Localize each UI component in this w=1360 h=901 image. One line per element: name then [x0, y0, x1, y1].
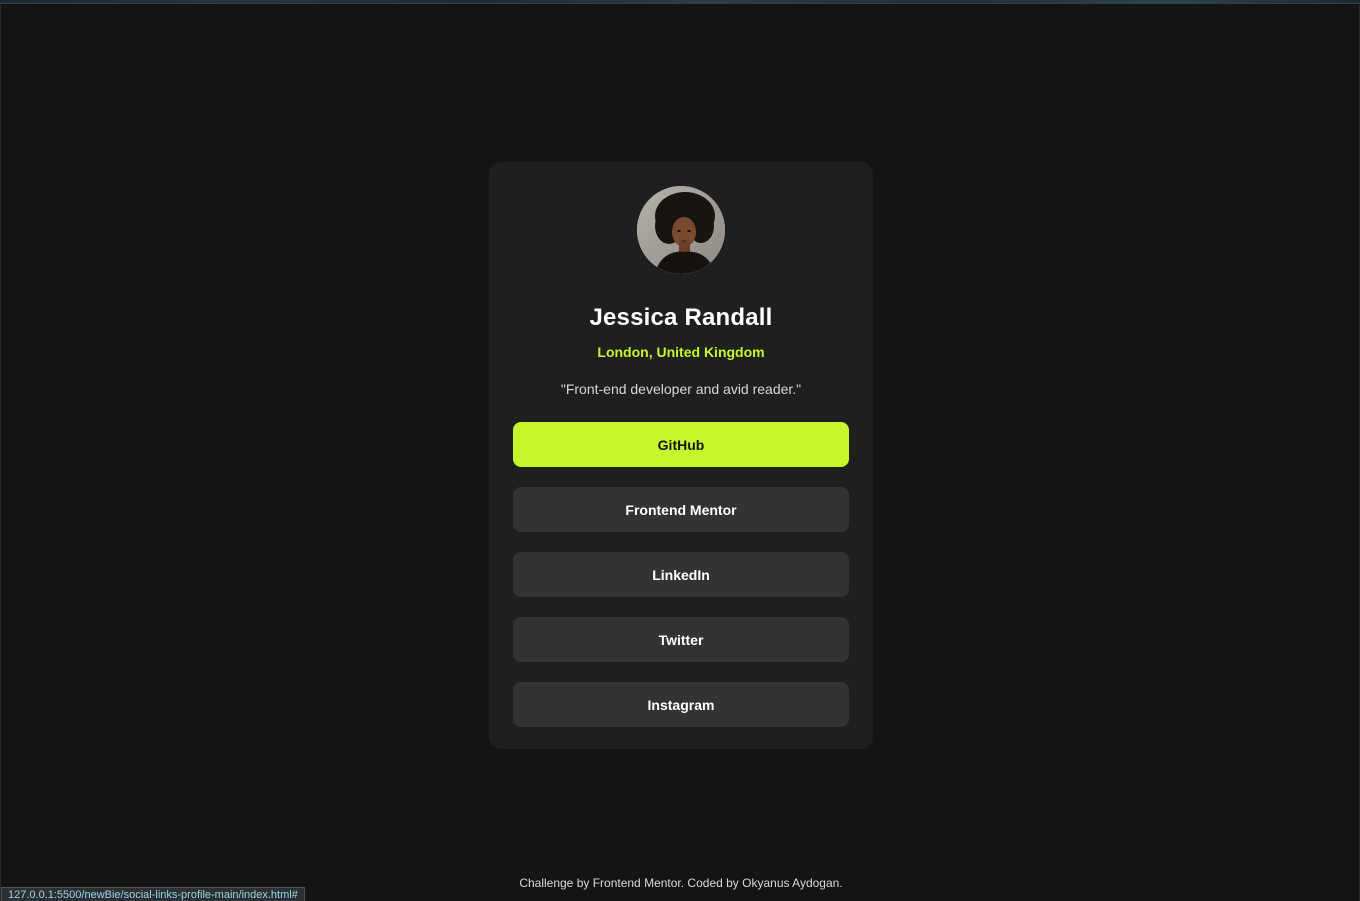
linkedin-link-button[interactable]: LinkedIn: [513, 552, 849, 597]
avatar-photo-icon: [637, 186, 725, 274]
status-bar-url: 127.0.0.1:5500/newBie/social-links-profi…: [1, 887, 305, 901]
challenge-link[interactable]: Frontend Mentor: [593, 876, 681, 890]
profile-location: London, United Kingdom: [597, 344, 765, 360]
profile-bio: "Front-end developer and avid reader.": [560, 381, 802, 397]
profile-name: Jessica Randall: [589, 304, 773, 331]
top-strip: [1, 0, 1360, 4]
attribution-suffix: .: [839, 876, 843, 890]
profile-card: Jessica Randall London, United Kingdom "…: [489, 162, 873, 749]
attribution-prefix: Challenge by: [519, 876, 593, 890]
twitter-link-button[interactable]: Twitter: [513, 617, 849, 662]
profile-avatar: [637, 186, 725, 274]
github-link-button[interactable]: GitHub: [513, 422, 849, 467]
instagram-link-button[interactable]: Instagram: [513, 682, 849, 727]
attribution-middle: . Coded by: [680, 876, 743, 890]
frontend-mentor-link-button[interactable]: Frontend Mentor: [513, 487, 849, 532]
social-links-list: GitHub Frontend Mentor LinkedIn Twitter …: [513, 422, 849, 727]
author-link[interactable]: Okyanus Aydogan: [742, 876, 839, 890]
